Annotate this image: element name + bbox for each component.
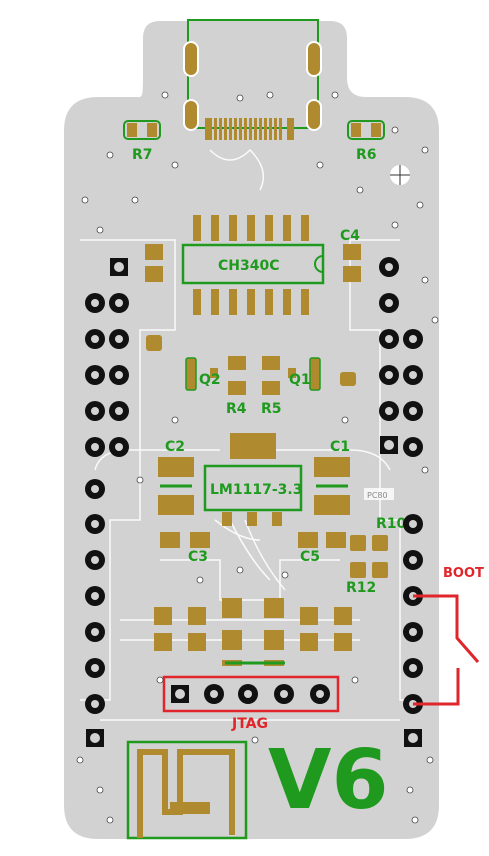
label-jtag: JTAG	[231, 716, 268, 732]
usb-shield-slot-right-top	[306, 41, 322, 77]
label-ch340c: CH340C	[218, 258, 280, 274]
label-lm1117: LM1117-3.3	[210, 482, 302, 498]
pcb-board-diagram: R7 R6 CH340C C4 Q2 Q1 R4 R5 LM1117-3.3 C…	[62, 19, 484, 841]
label-r10: R10	[376, 516, 407, 532]
label-pc80: PC80	[367, 491, 388, 500]
label-c3: C3	[188, 549, 208, 565]
label-r12: R12	[346, 580, 376, 596]
fiducial-target-icon	[390, 165, 410, 185]
label-r6: R6	[356, 147, 377, 163]
label-q1: Q1	[289, 372, 311, 388]
version-label: V6	[268, 733, 389, 828]
label-r4: R4	[226, 401, 247, 417]
label-c2: C2	[165, 439, 185, 455]
capacitor-c1	[314, 457, 350, 515]
label-c5: C5	[300, 549, 320, 565]
label-q2: Q2	[199, 372, 221, 388]
label-r5: R5	[261, 401, 282, 417]
usb-shield-slot-left-bottom	[183, 99, 199, 131]
label-c1: C1	[330, 439, 350, 455]
usb-shield-slot-right-bottom	[306, 99, 322, 131]
label-r7: R7	[132, 147, 153, 163]
ldo-tab-pad	[230, 433, 276, 459]
capacitor-c2	[158, 457, 194, 515]
ldo-pins	[222, 512, 282, 526]
usb-shield-slot-left-top	[183, 41, 199, 77]
label-boot: BOOT	[443, 566, 484, 581]
label-c4: C4	[340, 228, 360, 244]
